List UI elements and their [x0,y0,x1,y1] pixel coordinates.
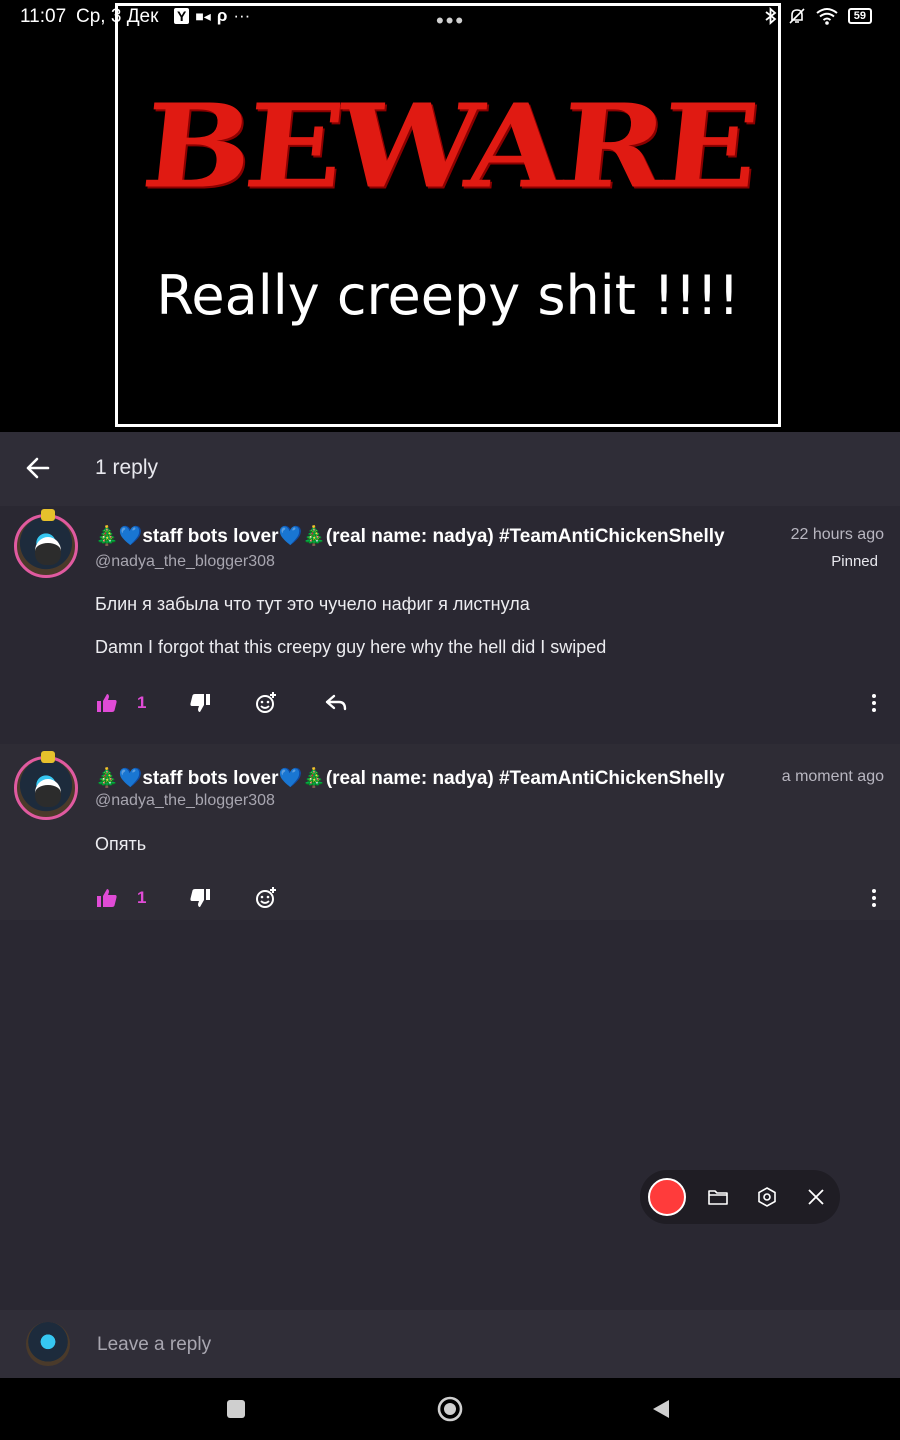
status-bar: 11:07 Ср, 3 Дек Y ■◂ ρ ··· 59 [0,0,900,36]
record-button[interactable] [648,1178,686,1216]
comment-text-line: Damn I forgot that this creepy guy here … [95,637,607,657]
notification-icon-y: Y [174,8,190,24]
comment-text-line: Блин я забыла что тут это чучело нафиг я… [95,594,530,614]
comment-username[interactable]: 🎄💙staff bots lover💙🎄(real name: nadya) #… [95,524,725,548]
folder-icon[interactable] [707,1186,729,1208]
video-frame: BEWARE Really creepy shit !!!! [115,3,781,427]
emoji-add-icon[interactable] [254,691,278,715]
reply-input[interactable] [95,1330,859,1360]
page-title: 1 reply [95,456,159,479]
comment-text-line: Опять [95,834,147,854]
reply-icon[interactable] [324,691,348,715]
comment-time: 22 hours ago [790,526,884,543]
comment-actions: 1 [95,886,278,910]
screen-recorder-toolbar [640,1170,840,1224]
status-right-icons: 59 [764,7,872,25]
notification-icon-video: ■◂ [195,7,211,24]
system-nav-bar [0,1378,900,1440]
comment-handle[interactable]: @nadya_the_blogger308 [95,553,275,571]
like-count: 1 [137,693,147,712]
status-app-icons: Y ■◂ ρ ··· [174,6,250,26]
bell-muted-icon [789,8,805,24]
avatar [26,1322,70,1366]
pinned-badge: Pinned [831,553,878,570]
avatar[interactable] [14,509,78,578]
emoji-add-icon[interactable] [254,886,278,910]
notification-icon-p: ρ [216,6,228,25]
video-headline: BEWARE [136,79,760,215]
thumb-up-icon[interactable] [95,886,119,910]
recent-apps-icon[interactable] [226,1399,246,1419]
status-time: 11:07 [20,6,67,27]
crown-icon [41,509,55,521]
avatar-face [35,779,61,807]
video-caption: Really creepy shit !!!! [156,264,740,327]
reply-bar [0,1310,900,1378]
comment-username[interactable]: 🎄💙staff bots lover💙🎄(real name: nadya) #… [95,766,725,790]
comment-item: 🎄💙staff bots lover💙🎄(real name: nadya) #… [0,744,900,920]
like-count: 1 [137,888,147,907]
home-icon[interactable] [436,1395,464,1423]
avatar-face [35,537,61,565]
avatar[interactable] [14,751,78,820]
wifi-icon [816,8,838,25]
comment-time: a moment ago [781,768,884,785]
comment-actions: 1 [95,691,348,715]
back-nav-icon[interactable] [650,1398,672,1420]
more-vertical-icon[interactable] [868,886,880,910]
video-player[interactable]: BEWARE Really creepy shit !!!! ••• [0,0,900,432]
close-icon[interactable] [805,1186,827,1208]
notification-overflow-icon: ··· [233,6,251,25]
bluetooth-icon [765,7,777,25]
thumb-down-icon[interactable] [188,691,212,715]
replies-header: 1 reply [0,432,900,506]
comment-item: 🎄💙staff bots lover💙🎄(real name: nadya) #… [0,506,900,744]
battery-icon: 59 [847,8,872,24]
more-vertical-icon[interactable] [868,691,880,715]
arrow-left-icon[interactable] [24,454,52,482]
settings-icon[interactable] [756,1186,778,1208]
crown-icon [41,751,55,763]
thumb-up-icon[interactable] [95,691,119,715]
status-date: Ср, 3 Дек [76,6,159,27]
thumb-down-icon[interactable] [188,886,212,910]
comment-handle[interactable]: @nadya_the_blogger308 [95,792,275,810]
